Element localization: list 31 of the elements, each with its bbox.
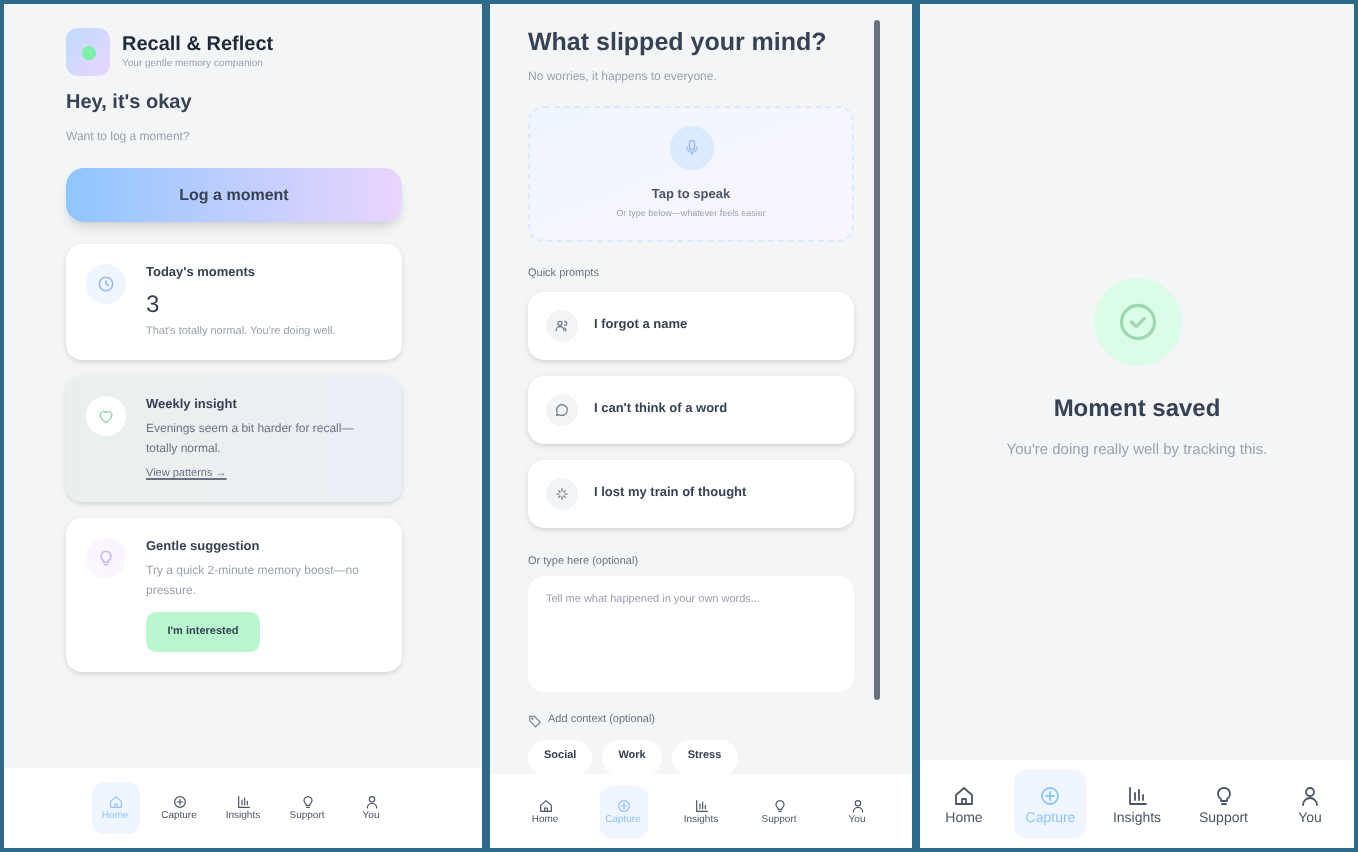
tag-icon bbox=[528, 713, 542, 728]
app-logo bbox=[66, 28, 110, 76]
lightbulb-icon bbox=[299, 794, 315, 810]
moment-count: 3 bbox=[146, 287, 162, 322]
user-icon bbox=[1298, 783, 1322, 807]
lightbulb-icon bbox=[1211, 783, 1236, 807]
plus-circle-icon bbox=[171, 794, 187, 810]
bar-chart-icon bbox=[693, 797, 709, 813]
home-icon bbox=[107, 794, 123, 810]
heart-icon bbox=[96, 406, 116, 426]
check-circle-icon bbox=[1115, 300, 1159, 344]
clock-icon bbox=[96, 274, 116, 294]
people-icon bbox=[554, 318, 570, 334]
lightbulb-icon bbox=[96, 548, 116, 568]
confirmation-title: Moment saved bbox=[1053, 392, 1221, 426]
sparkle-icon bbox=[554, 486, 570, 502]
user-icon bbox=[849, 797, 865, 813]
lightbulb-icon bbox=[771, 797, 787, 813]
bar-chart-icon bbox=[235, 794, 251, 810]
greeting-heading: Hey, it's okay bbox=[66, 90, 194, 118]
log-moment-button[interactable]: Log a moment bbox=[66, 168, 402, 222]
speech-bubble-icon bbox=[554, 402, 570, 418]
home-icon bbox=[537, 797, 553, 813]
microphone-icon bbox=[681, 137, 701, 157]
user-icon bbox=[363, 794, 379, 810]
bar-chart-icon bbox=[1125, 783, 1149, 807]
app-title: Recall & Reflect bbox=[122, 33, 274, 58]
plus-circle-icon bbox=[615, 797, 631, 813]
plus-circle-icon bbox=[1038, 783, 1063, 807]
page-title: What slipped your mind? bbox=[528, 26, 829, 60]
home-icon bbox=[952, 783, 976, 807]
